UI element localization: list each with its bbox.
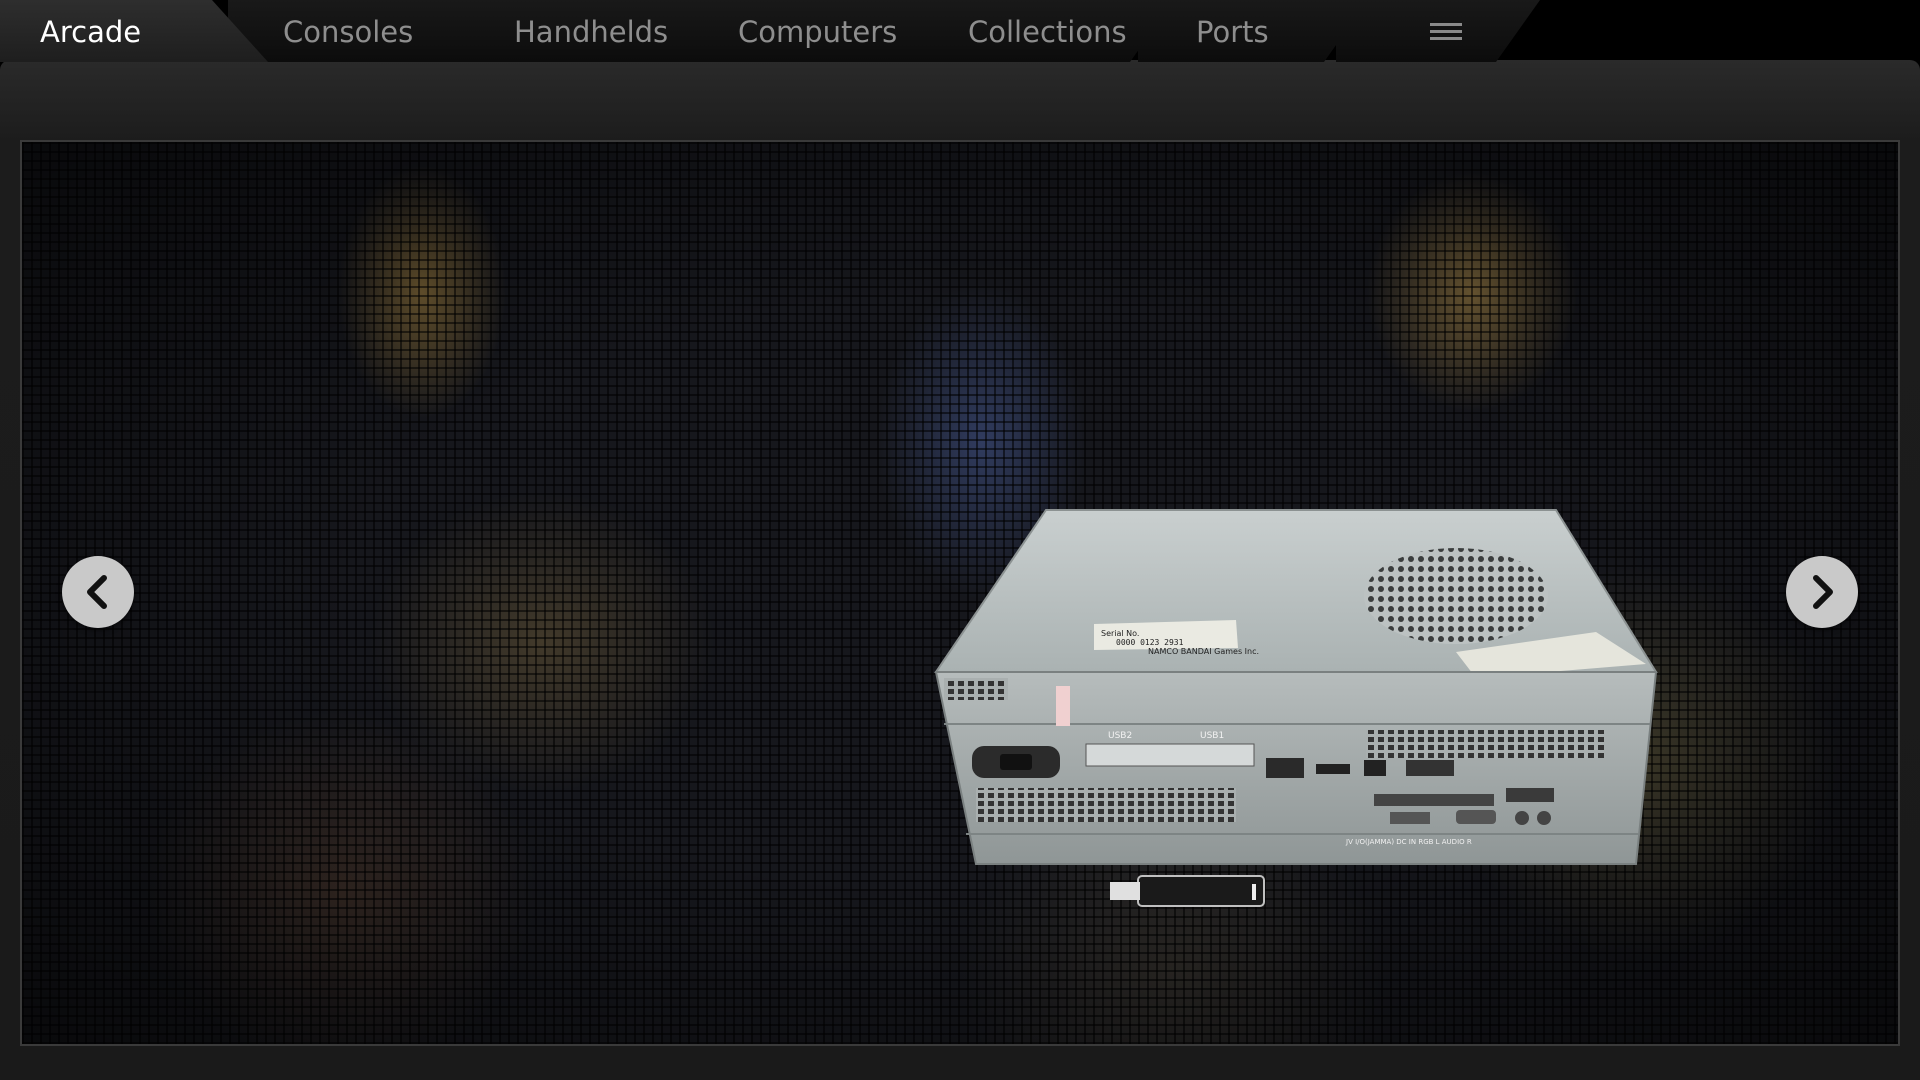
tab-label: Ports [1196, 15, 1269, 49]
app-window: Arcade Consoles Handhelds Computers Coll… [0, 0, 1920, 1080]
usb1-port-label: USB1 [1200, 731, 1224, 741]
maker-label-text: NAMCO BANDAI Games Inc. [1148, 647, 1259, 656]
carousel-stage: Serial No. 0000 0123 2931 NAMCO BANDAI G… [20, 140, 1900, 1046]
tab-arcade[interactable]: Arcade [0, 0, 268, 62]
tab-consoles[interactable]: Consoles [228, 0, 514, 62]
main-panel: Serial No. 0000 0123 2931 NAMCO BANDAI G… [0, 60, 1920, 1080]
chevron-right-icon [1813, 575, 1833, 609]
tab-label: Arcade [40, 15, 142, 49]
tab-label: Computers [738, 15, 898, 49]
serial-number-text: 0000 0123 2931 [1116, 638, 1184, 647]
hamburger-menu-icon [1430, 23, 1462, 41]
next-button[interactable] [1786, 556, 1858, 628]
usb2-port-label: USB2 [1108, 731, 1132, 741]
arcade-board-hardware-image: Serial No. 0000 0123 2931 NAMCO BANDAI G… [934, 509, 1658, 907]
tab-label: Collections [968, 15, 1127, 49]
previous-button[interactable] [62, 556, 134, 628]
serial-label-text: Serial No. [1101, 629, 1139, 638]
tab-label: Handhelds [514, 15, 669, 49]
chevron-left-icon [87, 575, 107, 609]
system-tab-bar: Arcade Consoles Handhelds Computers Coll… [0, 0, 1920, 64]
rear-port-labels: JV I/O(JAMMA) DC IN RGB L AUDIO R [1345, 838, 1472, 846]
tab-label: Consoles [283, 15, 414, 49]
